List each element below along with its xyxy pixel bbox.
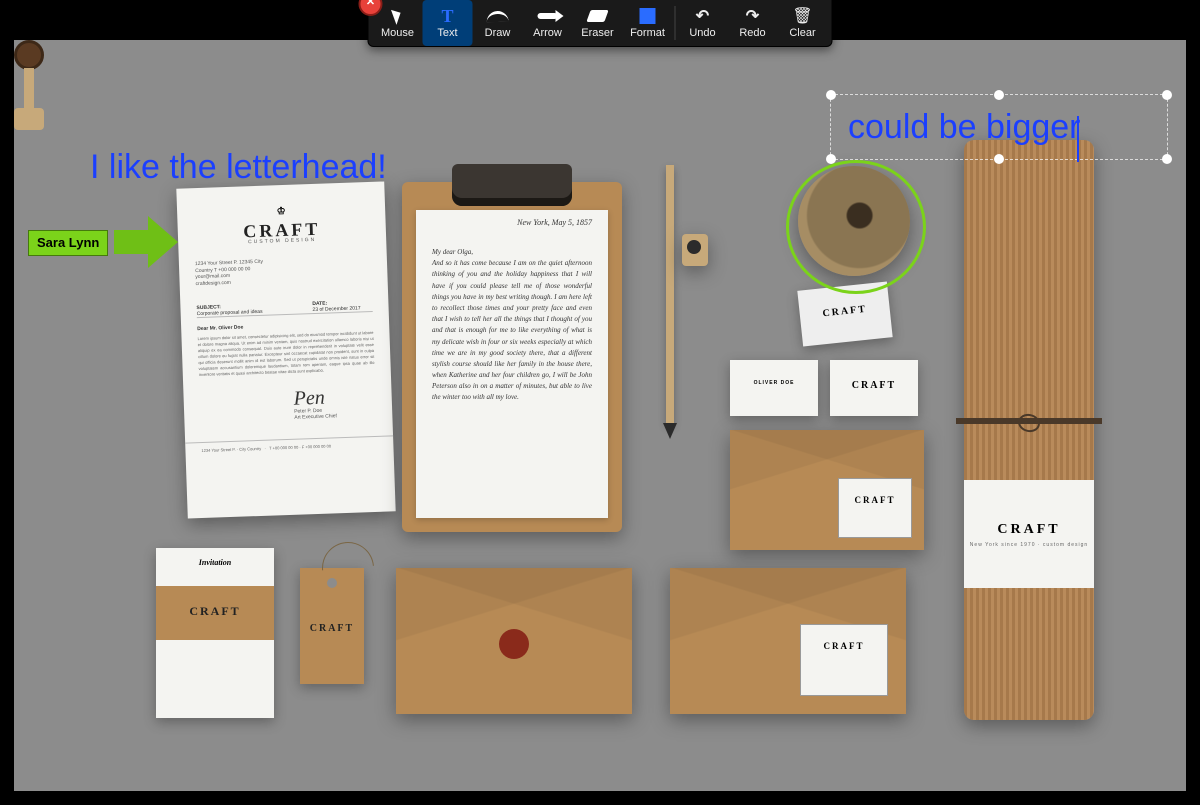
invitation-title: Invitation [156, 558, 274, 567]
env1-cardlet: CRAFT [838, 478, 912, 538]
tool-format[interactable]: Format [623, 0, 673, 46]
artwork-letterhead: ♔ CRAFT CUSTOM DESIGN 1234 Your Street P… [176, 181, 395, 518]
eraser-icon [586, 10, 608, 22]
roll-logo: CRAFT [964, 522, 1094, 538]
artwork-envelope-3: CRAFT [670, 568, 906, 714]
resize-handle-br[interactable] [1162, 154, 1172, 164]
tool-arrow-label: Arrow [533, 27, 562, 39]
tool-eraser-label: Eraser [581, 27, 613, 39]
tool-redo[interactable]: ↷ Redo [728, 0, 778, 46]
resize-handle-tl[interactable] [826, 90, 836, 100]
letter-body: Lorem ipsum dolor sit amet, consectetur … [197, 330, 374, 378]
resize-handle-tr[interactable] [1162, 90, 1172, 100]
letter-footer-right: T +00 000 00 00 · F +00 000 00 00 [269, 443, 331, 450]
tool-text-label: Text [437, 27, 457, 39]
annotation-text-2-value: could be bigger [848, 108, 1081, 146]
tool-draw[interactable]: Draw [473, 0, 523, 46]
wax-seal-icon [499, 629, 529, 659]
tool-text[interactable]: T Text [423, 0, 473, 46]
tag-small-logo: CRAFT [799, 301, 890, 321]
annotation-drawn-circle[interactable] [786, 160, 926, 294]
artwork-business-card-logo: CRAFT [830, 360, 918, 416]
artwork-business-card-name: OLIVER DOE [730, 360, 818, 416]
signer-title: Art Executive Chief [294, 413, 337, 420]
participant-pointer-arrow-icon [114, 216, 178, 268]
tool-format-label: Format [630, 27, 665, 39]
arrow-icon [538, 13, 558, 19]
cursor-icon [391, 7, 404, 25]
artwork-sharpener [682, 234, 708, 266]
artwork-pencil [666, 165, 674, 423]
tool-undo[interactable]: ↶ Undo [678, 0, 728, 46]
invitation-logo: CRAFT [156, 604, 274, 619]
toolbar-separator [675, 6, 676, 40]
text-icon: T [441, 7, 453, 25]
letterhead-address: 1234 Your Street P. 12345 City Country T… [195, 259, 266, 287]
letter-footer-left: 1234 Your Street P. · City Country [201, 446, 261, 453]
bc-name: OLIVER DOE [730, 380, 818, 386]
annotation-text-1[interactable]: I like the letterhead! [90, 150, 387, 184]
tool-clear-label: Clear [789, 27, 815, 39]
artwork-stamp [14, 40, 44, 140]
roll-subline: New York since 1970 · custom design [964, 542, 1094, 548]
annotation-toolbar: ✕ Mouse T Text Draw Arrow Eraser Format … [368, 0, 833, 47]
bc-logo: CRAFT [830, 380, 918, 391]
draw-icon [486, 10, 508, 22]
resize-handle-bm[interactable] [994, 154, 1004, 164]
tag-kraft-logo: CRAFT [300, 623, 364, 634]
clipboard-salutation: My dear Olga, [432, 248, 473, 256]
tool-draw-label: Draw [485, 27, 511, 39]
tool-clear[interactable]: 🗑 Clear [778, 0, 828, 46]
format-color-icon [640, 8, 656, 24]
tool-redo-label: Redo [739, 27, 765, 39]
clipboard-script: And so it has come because I am on the q… [432, 259, 592, 401]
annotation-text-2-editing[interactable]: could be bigger [848, 110, 1081, 144]
redo-icon: ↷ [746, 7, 759, 25]
tool-mouse-label: Mouse [381, 27, 414, 39]
participant-name-tag[interactable]: Sara Lynn [28, 230, 108, 256]
artwork-tag-kraft: CRAFT [300, 568, 364, 684]
clipboard-clip-icon [452, 164, 572, 206]
artwork-clipboard: New York, May 5, 1857 My dear Olga, And … [402, 182, 622, 532]
artwork-roll: CRAFT New York since 1970 · custom desig… [964, 140, 1094, 720]
undo-icon: ↶ [696, 7, 709, 25]
artwork-envelope-1: CRAFT [730, 430, 924, 550]
clipboard-date: New York, May 5, 1857 [416, 218, 592, 227]
artwork-envelope-sealed [396, 568, 632, 714]
trash-icon: 🗑 [792, 7, 812, 25]
env3-cardlet: CRAFT [800, 624, 888, 696]
tool-undo-label: Undo [689, 27, 715, 39]
canvas-stage[interactable]: ♔ CRAFT CUSTOM DESIGN 1234 Your Street P… [14, 40, 1186, 791]
resize-handle-tm[interactable] [994, 90, 1004, 100]
text-caret-icon [1077, 116, 1079, 162]
artwork-invitation: Invitation CRAFT Let's Joke Afternoon [156, 548, 274, 718]
tool-arrow[interactable]: Arrow [523, 0, 573, 46]
tool-eraser[interactable]: Eraser [573, 0, 623, 46]
